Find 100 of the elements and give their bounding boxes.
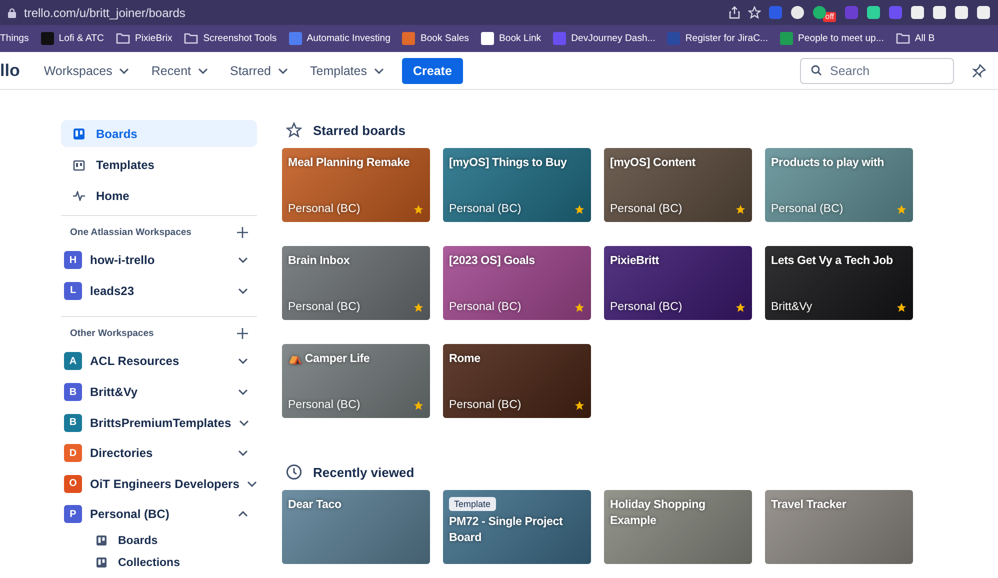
workspace-avatar: H xyxy=(64,251,82,270)
board-workspace: Personal (BC) xyxy=(449,399,522,411)
workspace-name[interactable]: Directories xyxy=(90,446,230,460)
board-card[interactable]: Template PM72 - Single Project Board xyxy=(443,490,591,564)
star-icon[interactable] xyxy=(735,204,746,214)
star-icon[interactable] xyxy=(413,400,424,410)
chevron-down-icon[interactable] xyxy=(374,68,384,74)
plus-icon[interactable] xyxy=(237,328,248,339)
bookmark[interactable]: All B xyxy=(896,33,935,44)
extension-icon[interactable] xyxy=(977,6,990,19)
bookmark[interactable]: Lofi & ATC xyxy=(40,32,104,45)
share-icon[interactable] xyxy=(729,6,740,19)
bookmark[interactable]: Register for JiraC... xyxy=(667,32,768,45)
workspace-name[interactable]: BrittsPremiumTemplates xyxy=(90,416,232,430)
chevron-down-icon[interactable] xyxy=(238,358,248,364)
board-card[interactable]: Travel Tracker xyxy=(765,490,913,564)
star-outline-icon[interactable] xyxy=(748,6,762,19)
board-card[interactable]: Lets Get Vy a Tech Job Britt&Vy xyxy=(765,246,913,320)
board-title: Brain Inbox xyxy=(288,253,351,269)
chevron-down-icon[interactable] xyxy=(119,68,130,74)
bookmark[interactable]: Automatic Investing xyxy=(288,32,390,45)
board-card[interactable]: [myOS] Things to Buy Personal (BC) xyxy=(443,148,591,222)
chevron-down-icon[interactable] xyxy=(198,68,208,74)
board-card[interactable]: Products to play with Personal (BC) xyxy=(765,148,913,222)
sidebar-item[interactable]: Home xyxy=(61,182,257,209)
bookmark[interactable]: Book Link xyxy=(480,32,542,45)
search-field[interactable]: Search xyxy=(800,58,954,84)
board-icon xyxy=(96,557,107,568)
nav-menu[interactable]: Recent xyxy=(143,60,216,82)
star-icon[interactable] xyxy=(896,204,907,214)
create-button[interactable]: Create xyxy=(402,58,463,84)
star-icon[interactable] xyxy=(574,204,585,214)
board-card[interactable]: Dear Taco xyxy=(282,490,430,564)
board-workspace: Personal (BC) xyxy=(288,399,360,411)
bookmark[interactable]: DevJourney Dash... xyxy=(553,32,656,45)
chevron-down-icon[interactable] xyxy=(238,389,248,396)
chevron-up-icon[interactable] xyxy=(238,511,248,518)
bookmark[interactable]: PixieBrix xyxy=(116,33,172,44)
url-text[interactable]: trello.com/u/britt_joiner/boards xyxy=(24,6,722,20)
board-title: [2023 OS] Goals xyxy=(449,253,536,269)
extension-icon[interactable] xyxy=(933,6,946,19)
workspace-name[interactable]: leads23 xyxy=(90,284,230,298)
board-card[interactable]: PixieBritt Personal (BC) xyxy=(604,246,752,320)
star-icon[interactable] xyxy=(413,204,424,214)
board-card[interactable]: Brain Inbox Personal (BC) xyxy=(282,246,430,320)
star-icon[interactable] xyxy=(574,400,585,410)
bookmark[interactable]: Screenshot Tools xyxy=(184,33,277,44)
bookmark[interactable]: Things xyxy=(0,33,29,44)
extension-icon[interactable] xyxy=(911,6,924,19)
workspace-name[interactable]: ACL Resources xyxy=(90,354,230,368)
board-card[interactable]: ⛺ Camper Life Personal (BC) xyxy=(282,344,430,418)
star-icon[interactable] xyxy=(413,302,424,312)
board-title: ⛺ Camper Life xyxy=(288,351,371,367)
sidebar-sub-item[interactable]: Collections xyxy=(118,556,180,569)
sidebar-item[interactable]: Templates xyxy=(61,151,257,178)
logo-text[interactable]: llo xyxy=(0,60,20,80)
extension-icon[interactable] xyxy=(867,6,880,19)
nav-menu[interactable]: Workspaces xyxy=(36,60,138,82)
template-badge: Template xyxy=(449,497,496,511)
chevron-down-icon[interactable] xyxy=(238,450,248,456)
board-title: Holiday Shopping Example xyxy=(610,497,706,529)
star-icon[interactable] xyxy=(896,302,907,312)
chevron-down-icon[interactable] xyxy=(238,288,248,294)
chevron-down-icon[interactable] xyxy=(238,257,248,264)
board-card[interactable]: Meal Planning Remake Personal (BC) xyxy=(282,148,430,222)
extension-icon[interactable] xyxy=(813,6,826,19)
sidebar-item-label: Home xyxy=(96,188,130,202)
board-card[interactable]: [2023 OS] Goals Personal (BC) xyxy=(443,246,591,320)
board-card[interactable]: [myOS] Content Personal (BC) xyxy=(604,148,752,222)
workspace-name[interactable]: OiT Engineers Developers xyxy=(90,476,240,491)
chevron-down-icon[interactable] xyxy=(278,68,288,74)
sidebar-item[interactable]: Boards xyxy=(61,120,257,147)
plus-icon[interactable] xyxy=(237,226,248,238)
workspace-avatar: O xyxy=(64,474,82,493)
extension-icon[interactable] xyxy=(791,6,804,19)
workspace-avatar: B xyxy=(64,414,82,432)
chevron-down-icon[interactable] xyxy=(239,420,250,426)
section-title: Starred boards xyxy=(313,122,406,138)
nav-menu[interactable]: Templates xyxy=(302,60,392,82)
sidebar-item-label: Templates xyxy=(96,158,154,172)
workspace-name[interactable]: Britt&Vy xyxy=(90,385,230,400)
board-card[interactable]: Holiday Shopping Example xyxy=(604,490,752,564)
star-icon[interactable] xyxy=(574,302,585,312)
sidebar-sub-item[interactable]: Boards xyxy=(118,534,158,547)
pulse-icon xyxy=(73,190,85,200)
pin-icon[interactable] xyxy=(972,64,986,78)
template-icon xyxy=(73,158,85,170)
workspace-name[interactable]: how-i-trello xyxy=(90,253,230,268)
extension-icon[interactable] xyxy=(955,6,968,19)
board-card[interactable]: Rome Personal (BC) xyxy=(443,344,591,418)
workspace-avatar: D xyxy=(64,444,82,462)
bookmark[interactable]: Book Sales xyxy=(402,32,469,45)
nav-menu[interactable]: Starred xyxy=(222,60,296,82)
workspace-name[interactable]: Personal (BC) xyxy=(90,507,230,522)
board-title: PM72 - Single Project Board xyxy=(449,514,564,546)
star-icon[interactable] xyxy=(735,302,746,312)
board-title: Dear Taco xyxy=(288,497,342,513)
bookmark[interactable]: People to meet up... xyxy=(780,32,884,45)
chevron-down-icon[interactable] xyxy=(247,480,258,487)
board-workspace: Personal (BC) xyxy=(449,301,522,313)
